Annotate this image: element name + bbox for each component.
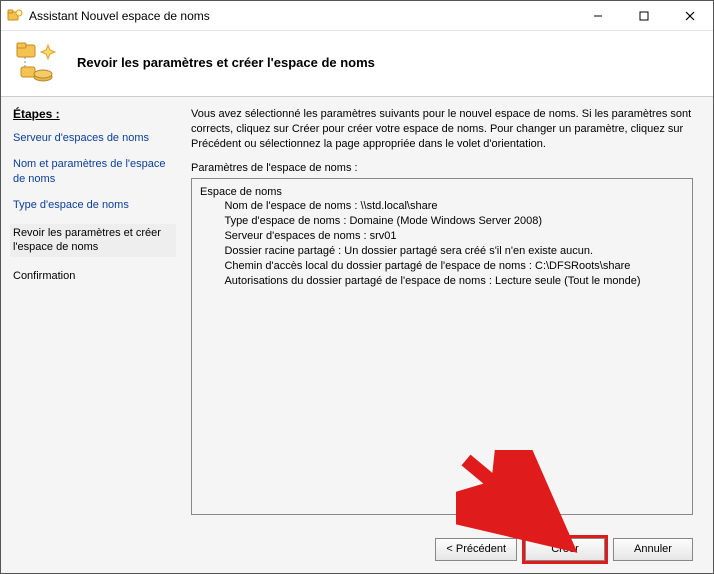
step-confirmation[interactable]: Confirmation (13, 269, 173, 283)
main-pane: Vous avez sélectionné les paramètres sui… (181, 97, 713, 525)
footer: < Précédent Créer Annuler (1, 525, 713, 573)
window-title: Assistant Nouvel espace de noms (29, 9, 575, 23)
steps-title: Étapes : (13, 107, 173, 121)
steps-pane: Étapes : Serveur d'espaces de noms Nom e… (1, 97, 181, 525)
titlebar: Assistant Nouvel espace de noms (1, 1, 713, 31)
app-icon (7, 8, 23, 24)
create-button[interactable]: Créer (525, 538, 605, 561)
previous-button[interactable]: < Précédent (435, 538, 517, 561)
step-server[interactable]: Serveur d'espaces de noms (13, 131, 173, 145)
minimize-button[interactable] (575, 1, 621, 30)
close-button[interactable] (667, 1, 713, 30)
cancel-button[interactable]: Annuler (613, 538, 693, 561)
content-area: Étapes : Serveur d'espaces de noms Nom e… (1, 97, 713, 525)
window-controls (575, 1, 713, 30)
wizard-icon (15, 41, 59, 85)
page-heading: Revoir les paramètres et créer l'espace … (77, 55, 375, 70)
step-name-params[interactable]: Nom et paramètres de l'espace de noms (13, 157, 173, 186)
params-label: Paramètres de l'espace de noms : (191, 162, 693, 174)
maximize-button[interactable] (621, 1, 667, 30)
wizard-header: Revoir les paramètres et créer l'espace … (1, 31, 713, 97)
instructions-text: Vous avez sélectionné les paramètres sui… (191, 107, 693, 152)
step-review[interactable]: Revoir les paramètres et créer l'espace … (10, 224, 176, 257)
params-textbox[interactable]: Espace de noms Nom de l'espace de noms :… (191, 178, 693, 515)
step-type[interactable]: Type d'espace de noms (13, 198, 173, 212)
